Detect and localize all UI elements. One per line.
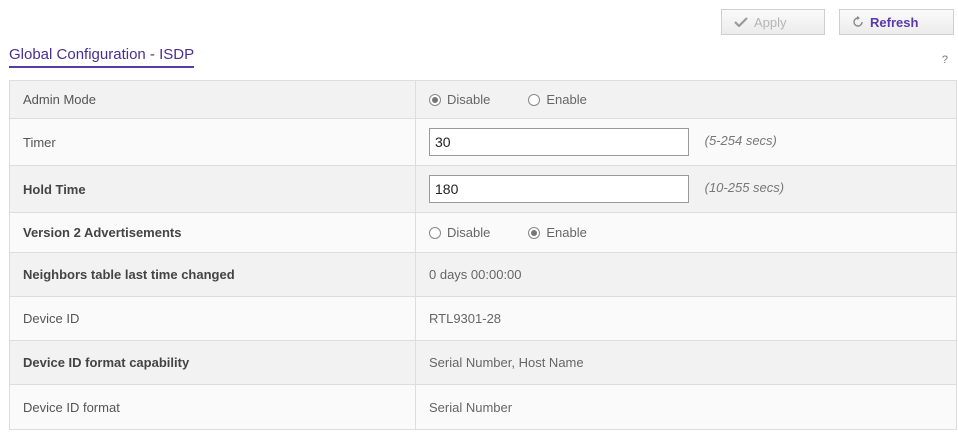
timer-label: Timer (9, 118, 416, 166)
row-hold-time: Hold Time (10-255 secs) (9, 165, 957, 213)
row-neighbors-changed: Neighbors table last time changed 0 days… (9, 252, 957, 297)
admin-mode-radio-group: Disable Enable (429, 92, 943, 107)
checkmark-icon (734, 17, 748, 27)
version2-radio-group: Disable Enable (429, 225, 943, 240)
refresh-label: Refresh (870, 14, 919, 30)
version2-disable-radio[interactable]: Disable (429, 225, 490, 240)
device-id-label: Device ID (9, 296, 416, 341)
admin-mode-label: Admin Mode (9, 80, 416, 119)
neighbors-changed-value: 0 days 00:00:00 (415, 252, 957, 297)
timer-hint: (5-254 secs) (704, 133, 777, 149)
admin-mode-enable-label: Enable (546, 92, 587, 107)
version2-disable-label: Disable (447, 225, 491, 240)
radio-unchecked-icon[interactable] (528, 93, 541, 106)
toolbar: Apply Refresh (721, 9, 954, 35)
version2-cell: Disable Enable (415, 212, 957, 253)
admin-mode-disable-label: Disable (447, 92, 491, 107)
radio-checked-icon[interactable] (429, 93, 441, 106)
admin-mode-enable-radio[interactable]: Enable (528, 92, 587, 107)
timer-cell: (5-254 secs) (415, 118, 957, 166)
config-table: Admin Mode Disable Enable Timer (5-254 s… (9, 80, 957, 430)
row-timer: Timer (5-254 secs) (9, 118, 957, 166)
device-id-value: RTL9301-28 (415, 296, 957, 341)
hold-time-input[interactable] (429, 175, 689, 203)
help-icon[interactable]: ? (942, 54, 948, 66)
version2-label: Version 2 Advertisements (9, 212, 416, 253)
device-id-capability-value: Serial Number, Host Name (415, 340, 957, 385)
apply-label: Apply (754, 14, 787, 30)
hold-time-label: Hold Time (9, 165, 416, 213)
refresh-icon (852, 16, 864, 28)
device-id-format-label: Device ID format (9, 384, 416, 430)
neighbors-changed-label: Neighbors table last time changed (9, 252, 416, 297)
version2-enable-label: Enable (546, 225, 587, 240)
section-title: Global Configuration - ISDP (9, 46, 195, 68)
refresh-button[interactable]: Refresh (839, 9, 954, 35)
hold-time-cell: (10-255 secs) (415, 165, 957, 213)
row-device-id: Device ID RTL9301-28 (9, 296, 957, 341)
device-id-capability-label: Device ID format capability (9, 340, 416, 385)
version2-enable-radio[interactable]: Enable (528, 225, 587, 240)
timer-input[interactable] (429, 128, 689, 156)
row-version2: Version 2 Advertisements Disable Enable (9, 212, 957, 253)
admin-mode-disable-radio[interactable]: Disable (429, 92, 490, 107)
radio-unchecked-icon[interactable] (429, 226, 441, 239)
row-admin-mode: Admin Mode Disable Enable (9, 80, 957, 119)
apply-button[interactable]: Apply (721, 9, 825, 35)
row-device-id-format: Device ID format Serial Number (9, 384, 957, 430)
radio-checked-icon[interactable] (528, 226, 541, 239)
row-device-id-capability: Device ID format capability Serial Numbe… (9, 340, 957, 385)
hold-time-hint: (10-255 secs) (704, 180, 785, 196)
admin-mode-cell: Disable Enable (415, 80, 957, 119)
device-id-format-value: Serial Number (415, 384, 957, 430)
